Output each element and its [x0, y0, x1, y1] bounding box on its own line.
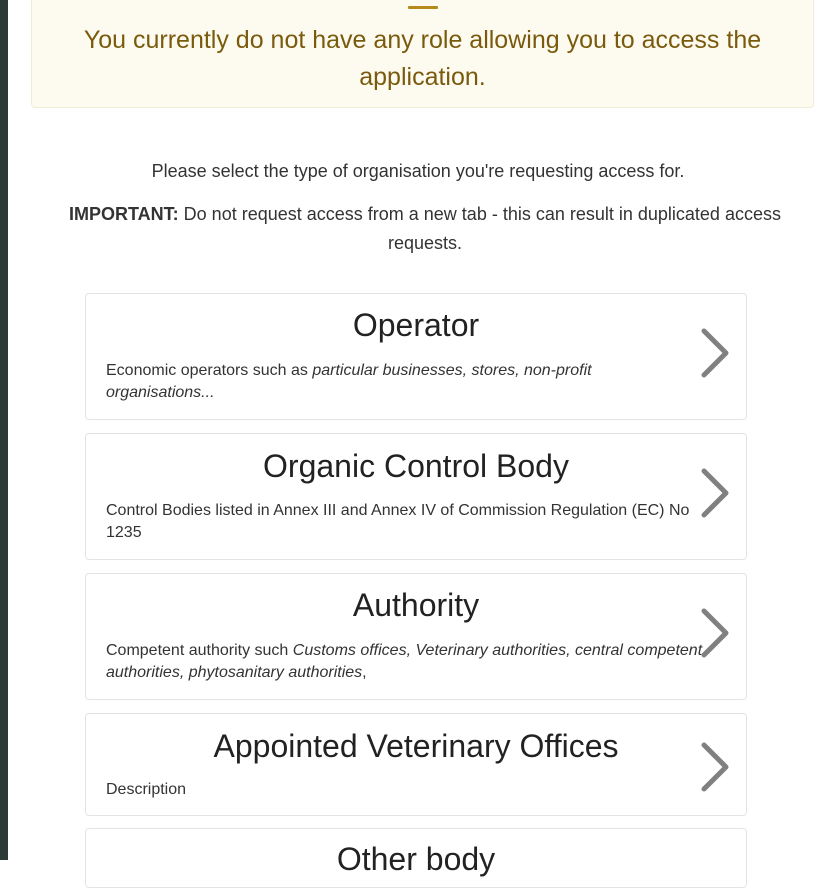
card-description: Economic operators such as particular bu… [106, 362, 592, 401]
left-rail [0, 0, 8, 860]
organisation-card-other-body[interactable]: Other body [85, 828, 747, 888]
access-request-page: You currently do not have any role allow… [8, 0, 828, 888]
organisation-card-appointed-veterinary-offices[interactable]: Appointed Veterinary Offices Description [85, 713, 747, 816]
alert-message: You currently do not have any role allow… [83, 26, 762, 91]
chevron-right-icon [696, 465, 732, 521]
important-notice: IMPORTANT: Do not request access from a … [36, 200, 814, 258]
card-description: Description [106, 781, 187, 798]
card-description: Competent authority such Customs offices… [106, 642, 703, 681]
card-title: Operator [352, 307, 480, 343]
chevron-right-icon [696, 605, 732, 661]
important-text: Do not request access from a new tab - t… [178, 204, 781, 253]
chevron-right-icon [696, 739, 732, 795]
card-title: Appointed Veterinary Offices [213, 728, 619, 764]
organisation-card-organic-control-body[interactable]: Organic Control Body Control Bodies list… [85, 433, 747, 560]
card-description: Control Bodies listed in Annex III and A… [106, 502, 690, 541]
no-role-alert: You currently do not have any role allow… [31, 0, 814, 108]
card-title: Authority [352, 587, 480, 623]
select-organisation-instruction: Please select the type of organisation y… [151, 161, 685, 181]
card-title: Organic Control Body [263, 448, 569, 484]
card-title: Other body [336, 841, 496, 877]
organisation-card-operator[interactable]: Operator Economic operators such as part… [85, 293, 747, 420]
chevron-right-icon [696, 325, 732, 381]
important-label: IMPORTANT: [69, 204, 179, 224]
organisation-card-authority[interactable]: Authority Competent authority such Custo… [85, 573, 747, 700]
warning-icon [407, 0, 438, 10]
